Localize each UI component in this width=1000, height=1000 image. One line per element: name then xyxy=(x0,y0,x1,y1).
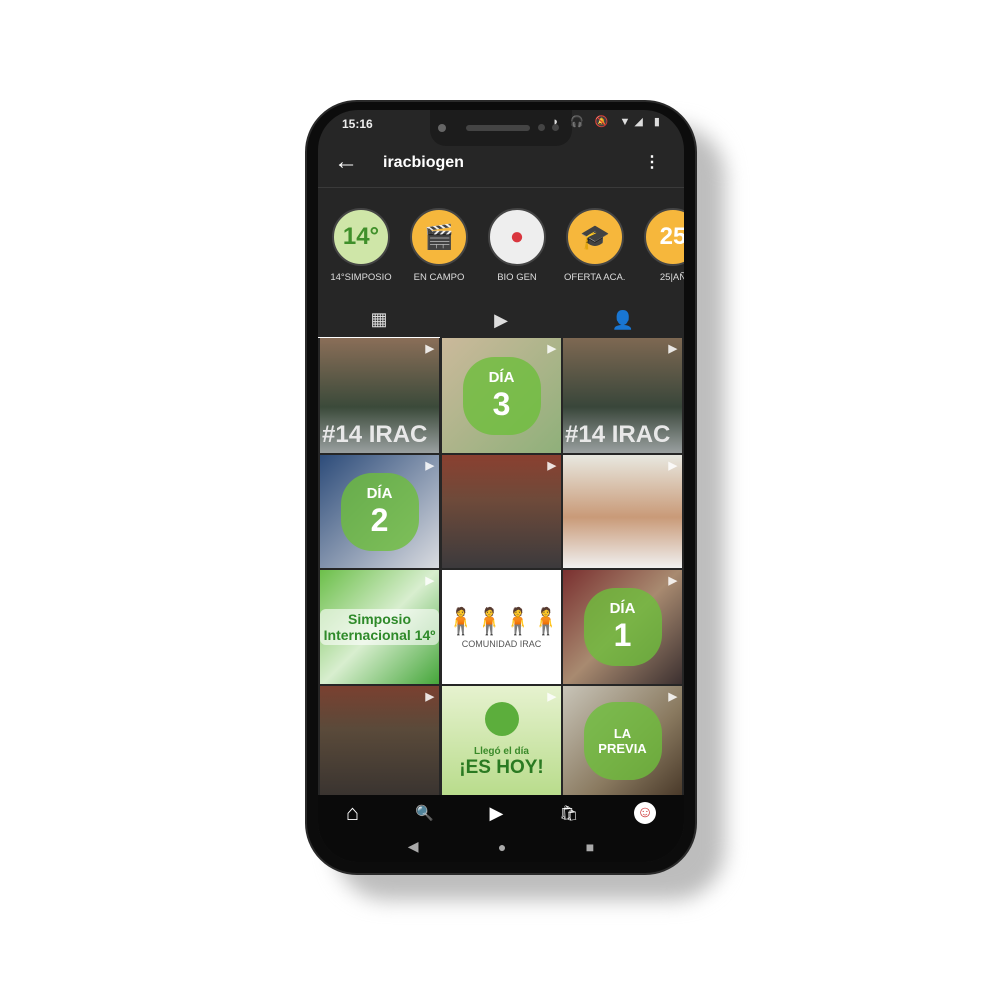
profile-username: iracbiogen xyxy=(383,154,464,171)
divider xyxy=(318,187,684,188)
back-arrow-icon[interactable]: ← xyxy=(334,148,358,176)
post-thumbnail[interactable]: DÍA 2 ▶ xyxy=(320,455,439,568)
highlight-label: OFERTA ACA... xyxy=(564,272,626,283)
post-text: Simposio Internacional 14º xyxy=(320,609,439,645)
highlight-icon: 🎬 xyxy=(424,223,454,251)
story-highlight[interactable]: 25 25|AÑ xyxy=(642,208,684,283)
post-text: LA xyxy=(613,725,632,741)
reel-badge-icon: ▶ xyxy=(425,575,434,587)
post-text: Llegó el día xyxy=(473,746,529,757)
shop-icon[interactable]: 🛍 xyxy=(559,804,578,822)
comunidad-logo: 🧍🧍🧍🧍 xyxy=(444,605,561,636)
post-thumbnail[interactable]: 🧍🧍🧍🧍 COMUNIDAD IRAC ▶ xyxy=(442,570,561,684)
post-text: #14 IRAC xyxy=(322,421,428,448)
home-icon[interactable]: ⌂ xyxy=(346,800,359,826)
highlight-cover: 25 xyxy=(644,208,684,266)
post-overlay: DÍA 3 xyxy=(462,356,541,435)
post-text: DÍA xyxy=(366,484,393,502)
system-nav: ◀ ● ■ xyxy=(318,831,684,862)
post-text: DÍA xyxy=(609,600,636,617)
highlight-cover: 🎓 xyxy=(566,208,624,266)
reel-badge-icon: ▶ xyxy=(425,343,434,355)
highlight-cover: 14° xyxy=(332,208,390,266)
post-subtext: 3 xyxy=(492,385,511,422)
post-subtext: 2 xyxy=(370,501,389,538)
system-back-button[interactable]: ◀ xyxy=(408,838,419,855)
tagged-icon: 👤 xyxy=(611,309,635,330)
post-text: COMUNIDAD IRAC xyxy=(461,638,542,649)
highlight-icon: 14° xyxy=(342,223,380,250)
post-subtext: ¡ES HOY! xyxy=(459,757,544,778)
reel-badge-icon: ▶ xyxy=(668,691,677,703)
story-highlight[interactable]: ● BIO GEN xyxy=(486,208,548,283)
bottom-nav: ⌂ 🔍 ▶ 🛍 ☺ xyxy=(318,795,684,831)
story-highlight[interactable]: 🎓 OFERTA ACA... xyxy=(564,208,626,283)
reel-badge-icon: ▶ xyxy=(425,691,434,703)
post-subtext: PREVIA xyxy=(598,740,647,756)
story-highlight[interactable]: 🎬 EN CAMPO xyxy=(408,208,470,283)
tab-reels[interactable]: ▶ xyxy=(440,302,562,338)
highlight-cover: ● xyxy=(488,208,546,266)
more-options-icon[interactable]: ⋮ xyxy=(644,152,660,172)
post-subtext: 1 xyxy=(613,617,632,653)
post-thumbnail[interactable]: DÍA 3 ▶ xyxy=(442,338,561,453)
post-thumbnail[interactable]: LA PREVIA ▶ xyxy=(563,686,682,795)
reel-badge-icon: ▶ xyxy=(668,575,677,587)
symposium-logo xyxy=(484,702,519,736)
profile-avatar[interactable]: ☺ xyxy=(634,802,657,824)
post-thumbnail[interactable]: #14 IRAC ▶ xyxy=(563,338,682,453)
post-thumbnail[interactable]: ▶ xyxy=(442,455,561,568)
post-thumbnail[interactable]: #14 IRAC ▶ xyxy=(320,338,439,453)
camera-notch xyxy=(430,110,572,146)
reel-badge-icon: ▶ xyxy=(547,343,556,355)
tab-grid[interactable]: ▦ xyxy=(318,302,440,338)
post-text: DÍA xyxy=(488,368,515,386)
reel-badge-icon: ▶ xyxy=(547,575,556,587)
system-home-button[interactable]: ● xyxy=(498,839,506,855)
search-icon[interactable]: 🔍 xyxy=(415,804,434,822)
grid-icon: ▦ xyxy=(370,309,388,329)
reels-nav-icon[interactable]: ▶ xyxy=(490,803,504,824)
status-time: 15:16 xyxy=(342,117,373,131)
reel-badge-icon: ▶ xyxy=(668,460,677,472)
highlight-icon: ● xyxy=(509,223,525,250)
reel-badge-icon: ▶ xyxy=(547,691,556,703)
highlight-label: EN CAMPO xyxy=(413,272,465,283)
reel-badge-icon: ▶ xyxy=(425,460,434,472)
post-overlay: LA PREVIA xyxy=(583,701,662,780)
highlight-cover: 🎬 xyxy=(410,208,468,266)
reels-icon: ▶ xyxy=(494,309,508,330)
reel-badge-icon: ▶ xyxy=(668,343,677,355)
tab-tagged[interactable]: 👤 xyxy=(562,302,684,338)
post-overlay: DÍA 1 xyxy=(583,588,662,666)
post-thumbnail[interactable]: ▶ xyxy=(320,686,439,795)
post-thumbnail[interactable]: ▶ xyxy=(563,455,682,568)
screen: 15:16 ◗ 🎧 🔕 ▼◢ ▮ ← iracbiogen ⋮ 14° 14°SI… xyxy=(318,110,684,862)
status-icons: ◗ 🎧 🔕 ▼◢ ▮ xyxy=(552,116,664,128)
highlight-label: BIO GEN xyxy=(497,272,537,283)
highlight-icon: 🎓 xyxy=(580,223,610,251)
post-thumbnail[interactable]: Simposio Internacional 14º ▶ xyxy=(320,570,439,684)
post-text: #14 IRAC xyxy=(565,421,671,448)
highlight-label: 14°SIMPOSIO xyxy=(330,272,392,283)
reel-badge-icon: ▶ xyxy=(547,460,556,472)
post-thumbnail[interactable]: Llegó el día ¡ES HOY! ▶ xyxy=(442,686,561,795)
highlight-icon: 25 xyxy=(659,223,684,250)
story-highlight[interactable]: 14° 14°SIMPOSIO xyxy=(330,208,392,283)
system-recents-button[interactable]: ■ xyxy=(586,839,594,855)
post-overlay: DÍA 2 xyxy=(340,472,419,551)
highlight-label: 25|AÑ xyxy=(659,272,684,283)
post-thumbnail[interactable]: DÍA 1 ▶ xyxy=(563,570,682,684)
